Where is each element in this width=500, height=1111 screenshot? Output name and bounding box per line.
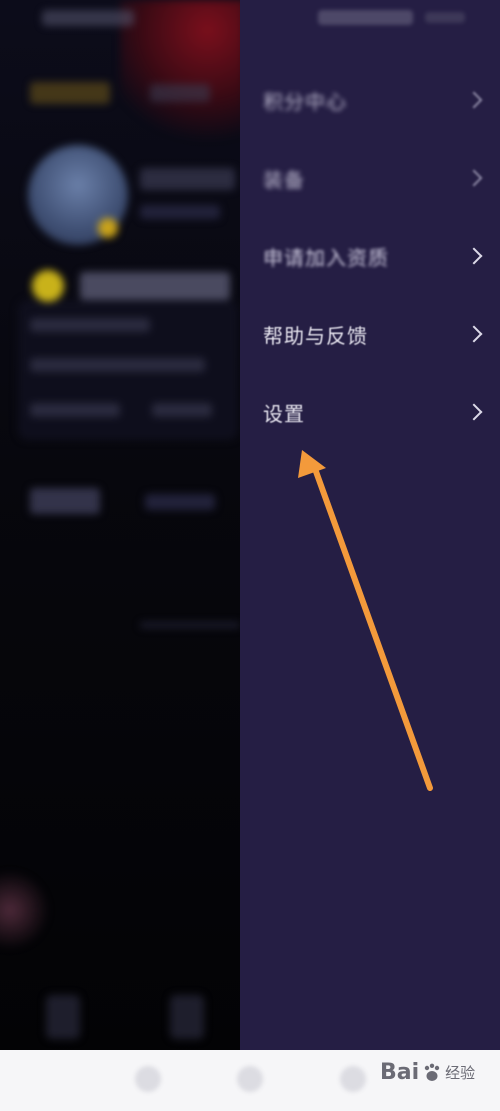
menu-item-settings[interactable]: 设置: [240, 382, 500, 442]
avatar-badge: [98, 218, 118, 238]
bottom-nav-icon: [135, 1066, 161, 1092]
background-blur-layer: [0, 0, 240, 1050]
menu-item-equipment[interactable]: 装备: [240, 148, 500, 208]
status-bar-right-battery: [425, 12, 465, 23]
background-row: [152, 403, 212, 417]
background-row: [30, 403, 120, 417]
background-divider: [140, 622, 240, 628]
paw-icon: [423, 1063, 441, 1083]
bottom-nav-icon: [340, 1066, 366, 1092]
background-bottom-icon: [46, 995, 80, 1039]
chevron-right-icon: [465, 247, 483, 265]
background-row: [30, 358, 205, 372]
chevron-right-icon: [465, 169, 483, 187]
watermark-logo-text: Bai: [380, 1060, 420, 1085]
menu-item-label: 申请加入资质: [263, 245, 389, 270]
coin-icon: [32, 270, 64, 302]
background-page: [0, 0, 240, 1050]
chevron-right-icon: [465, 325, 483, 343]
background-red-glow: [120, 0, 240, 150]
watermark: Bai 经验: [380, 1060, 475, 1085]
side-drawer: 积分中心 装备 申请加入资质 帮助与反馈 设置: [240, 0, 500, 1050]
background-floating-blob: [0, 870, 50, 950]
background-username: [140, 168, 235, 190]
background-big-text: [80, 272, 230, 300]
chevron-right-icon: [465, 91, 483, 109]
watermark-sub-text: 经验: [445, 1064, 476, 1082]
background-subtitle: [140, 205, 220, 219]
background-section-title: [30, 488, 100, 514]
background-tab-active: [30, 82, 110, 104]
menu-item-label: 积分中心: [263, 89, 347, 114]
status-bar-left: [42, 10, 134, 26]
menu-item-label: 设置: [263, 401, 305, 426]
background-tab: [150, 84, 210, 102]
menu-item-apply-qualification[interactable]: 申请加入资质: [240, 226, 500, 286]
menu-item-label: 帮助与反馈: [263, 323, 368, 348]
background-section-side: [145, 494, 215, 510]
bottom-nav-icon: [237, 1066, 263, 1092]
menu-item-points-center[interactable]: 积分中心: [240, 70, 500, 130]
chevron-right-icon: [465, 403, 483, 421]
status-bar-right: [318, 10, 413, 25]
menu-item-label: 装备: [263, 167, 305, 192]
menu-item-help-feedback[interactable]: 帮助与反馈: [240, 304, 500, 364]
background-row: [30, 318, 150, 332]
background-bottom-icon: [170, 995, 204, 1039]
